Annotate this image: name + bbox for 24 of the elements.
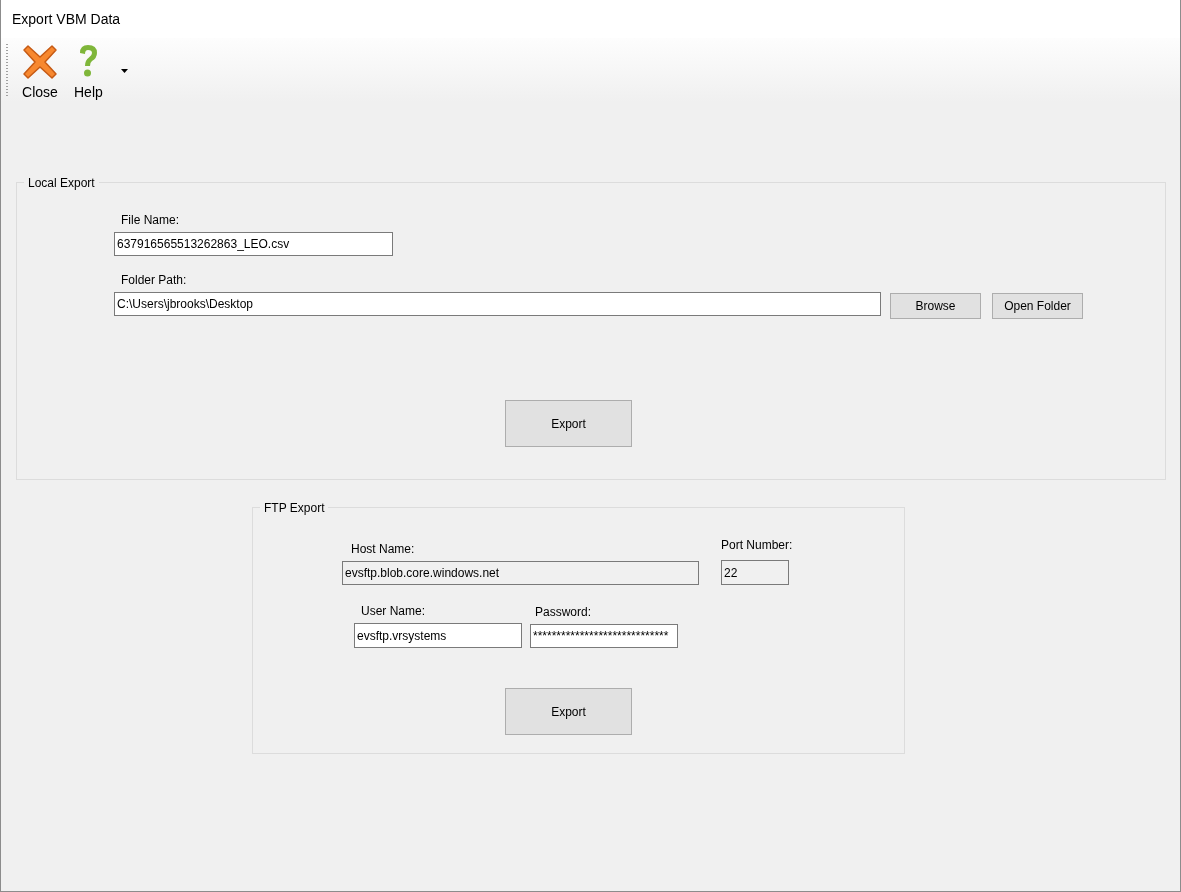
port-number-field[interactable]: 22 <box>721 560 789 585</box>
field-label: Host Name: <box>351 542 416 556</box>
user-name-field[interactable]: evsftp.vrsystems <box>354 623 522 648</box>
field-label: Password: <box>535 605 593 619</box>
open-folder-button[interactable]: Open Folder <box>992 293 1083 319</box>
field-label: Folder Path: <box>121 273 188 287</box>
folder-path-field[interactable]: C:\Users\jbrooks\Desktop <box>114 292 881 316</box>
export-button[interactable]: Export <box>505 400 632 447</box>
dropdown-caret-icon[interactable] <box>120 69 128 73</box>
password-field[interactable]: ***************************** <box>530 624 678 648</box>
export-button[interactable]: Export <box>505 688 632 735</box>
group-title: FTP Export <box>260 500 329 516</box>
x-icon <box>22 44 58 80</box>
host-name-field[interactable]: evsftp.blob.core.windows.net <box>342 561 699 585</box>
field-label: Port Number: <box>721 538 793 552</box>
field-label: User Name: <box>361 604 426 618</box>
grip-handle[interactable] <box>6 44 8 96</box>
window-title: Export VBM Data <box>12 11 121 27</box>
group-title: Local Export <box>24 175 99 191</box>
close-button[interactable]: Close <box>20 44 60 100</box>
file-name-field[interactable]: 637916565513262863_LEO.csv <box>114 232 393 256</box>
field-label: File Name: <box>121 213 180 227</box>
help-button[interactable]: Help <box>74 44 103 100</box>
browse-button[interactable]: Browse <box>890 293 981 319</box>
